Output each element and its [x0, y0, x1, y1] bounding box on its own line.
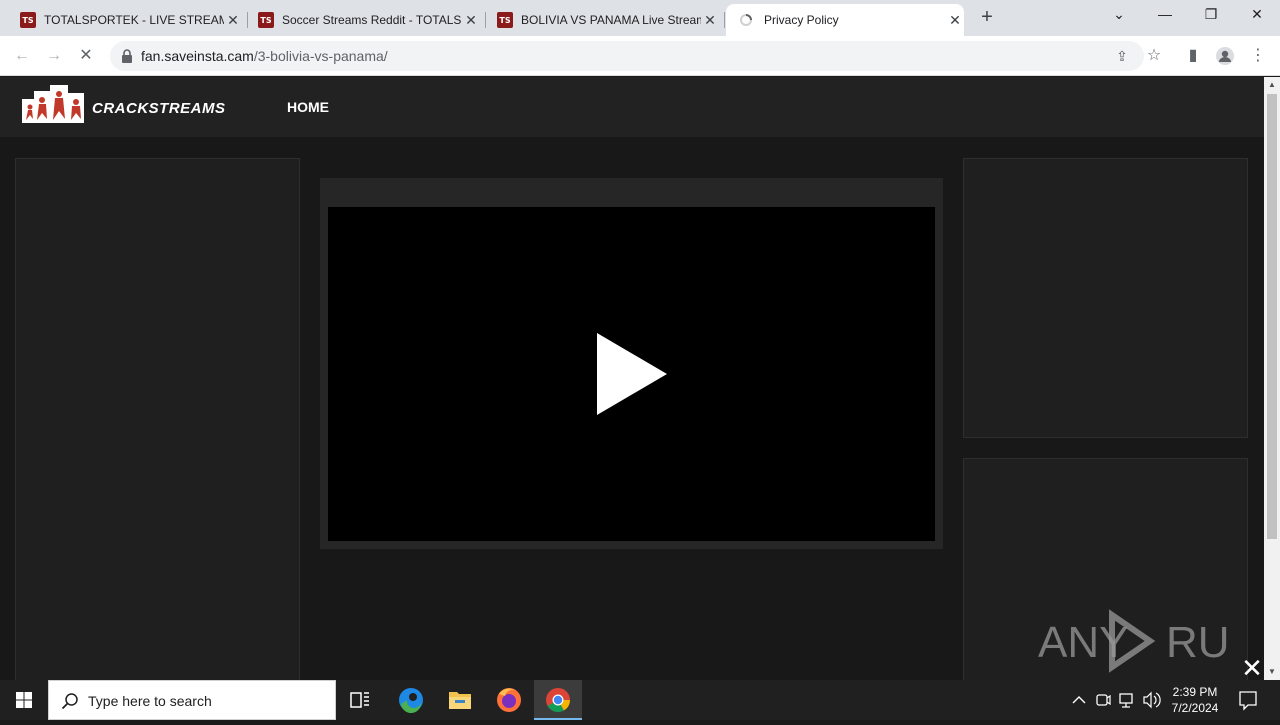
tab-strip: TS TOTALSPORTEK - LIVE STREAMS ✕ TS Socc…	[0, 0, 1280, 36]
notifications-icon[interactable]	[1236, 680, 1260, 720]
lock-icon	[122, 49, 132, 63]
left-ad-panel	[15, 158, 300, 680]
edge-browser-icon[interactable]	[387, 680, 435, 720]
close-icon[interactable]: ✕	[462, 12, 480, 29]
show-hidden-icons-chevron-icon[interactable]	[1070, 680, 1088, 720]
close-icon[interactable]: ✕	[224, 12, 242, 29]
close-icon[interactable]: ✕	[946, 12, 964, 29]
clock-date: 7/2/2024	[1171, 701, 1219, 715]
side-panel-icon[interactable]: ▮	[1181, 44, 1205, 68]
window-close-button[interactable]: ✕	[1234, 0, 1280, 30]
tab-totalsportek[interactable]: TS TOTALSPORTEK - LIVE STREAMS ✕	[12, 4, 248, 36]
site-brand-name[interactable]: CRACKSTREAMS	[92, 100, 226, 117]
profile-avatar-icon[interactable]	[1213, 44, 1237, 68]
new-tab-button[interactable]: +	[975, 6, 999, 30]
tab-soccer-streams[interactable]: TS Soccer Streams Reddit - TOTALSPORTEK …	[250, 4, 486, 36]
site-header: CRACKSTREAMS HOME	[0, 77, 1264, 137]
play-icon[interactable]	[597, 333, 667, 415]
url-text: fan.saveinsta.cam/3-bolivia-vs-panama/	[141, 48, 388, 64]
task-view-icon[interactable]	[336, 680, 384, 720]
crackstreams-logo[interactable]	[20, 85, 86, 125]
loading-icon	[740, 14, 752, 26]
url-path: /3-bolivia-vs-panama/	[253, 48, 388, 64]
file-explorer-icon[interactable]	[436, 680, 484, 720]
bookmark-star-icon[interactable]: ☆	[1142, 44, 1166, 68]
share-icon[interactable]: ⇪	[1113, 47, 1131, 65]
right-ad-panel-top	[963, 158, 1248, 438]
scroll-down-arrow-icon[interactable]: ▼	[1264, 664, 1280, 680]
start-button[interactable]	[0, 680, 48, 720]
meet-now-icon[interactable]	[1094, 680, 1112, 720]
video-player[interactable]	[328, 207, 935, 541]
stop-loading-button[interactable]: ✕	[74, 44, 98, 68]
tab-search-icon[interactable]: ⌄	[1096, 0, 1142, 30]
search-icon	[61, 693, 78, 710]
chrome-icon[interactable]	[534, 680, 582, 720]
minimize-button[interactable]: —	[1142, 0, 1188, 30]
anyrun-watermark: ANY RUN	[1038, 609, 1233, 673]
network-icon[interactable]	[1117, 680, 1137, 720]
browser-toolbar: ← → ✕ fan.saveinsta.cam/3-bolivia-vs-pan…	[0, 36, 1280, 76]
address-bar[interactable]: fan.saveinsta.cam/3-bolivia-vs-panama/ ⇪	[110, 41, 1144, 71]
tab-bolivia-panama[interactable]: TS BOLIVIA VS PANAMA Live Stream ✕	[489, 4, 725, 36]
tab-title: Privacy Policy	[764, 13, 839, 27]
favicon-ts: TS	[497, 12, 513, 28]
back-button[interactable]: ←	[10, 44, 34, 68]
tab-title: BOLIVIA VS PANAMA Live Stream	[521, 13, 701, 27]
favicon-ts: TS	[20, 12, 36, 28]
clock-time: 2:39 PM	[1172, 685, 1218, 699]
search-placeholder: Type here to search	[88, 693, 212, 709]
menu-kebab-icon[interactable]: ⋮	[1246, 44, 1270, 68]
taskbar-search-box[interactable]: Type here to search	[48, 680, 336, 720]
page-scrollbar[interactable]: ▲ ▼	[1264, 77, 1280, 680]
web-page: CRACKSTREAMS HOME ANY RUN ✕	[0, 77, 1264, 680]
restore-button[interactable]: ❐	[1188, 0, 1234, 30]
windows-logo-icon	[16, 692, 32, 708]
favicon-ts: TS	[258, 12, 274, 28]
tab-title: TOTALSPORTEK - LIVE STREAMS	[44, 13, 224, 27]
forward-button[interactable]: →	[42, 44, 66, 68]
taskbar-clock[interactable]: 2:39 PM 7/2/2024	[1166, 684, 1224, 716]
windows-taskbar: Type here to search 2:39 PM 7/2/2024	[0, 680, 1280, 720]
scroll-thumb[interactable]	[1267, 94, 1277, 539]
watermark-text-right: RUN	[1166, 618, 1233, 667]
volume-icon[interactable]	[1141, 680, 1161, 720]
ad-close-icon[interactable]: ✕	[1240, 655, 1264, 680]
firefox-icon[interactable]	[485, 680, 533, 720]
tab-title: Soccer Streams Reddit - TOTALSPORTEK	[282, 13, 462, 27]
tab-privacy-policy[interactable]: Privacy Policy ✕	[726, 4, 964, 36]
scroll-up-arrow-icon[interactable]: ▲	[1264, 77, 1280, 93]
close-icon[interactable]: ✕	[701, 12, 719, 29]
nav-home-link[interactable]: HOME	[287, 99, 329, 115]
url-host: fan.saveinsta.cam	[141, 48, 254, 64]
